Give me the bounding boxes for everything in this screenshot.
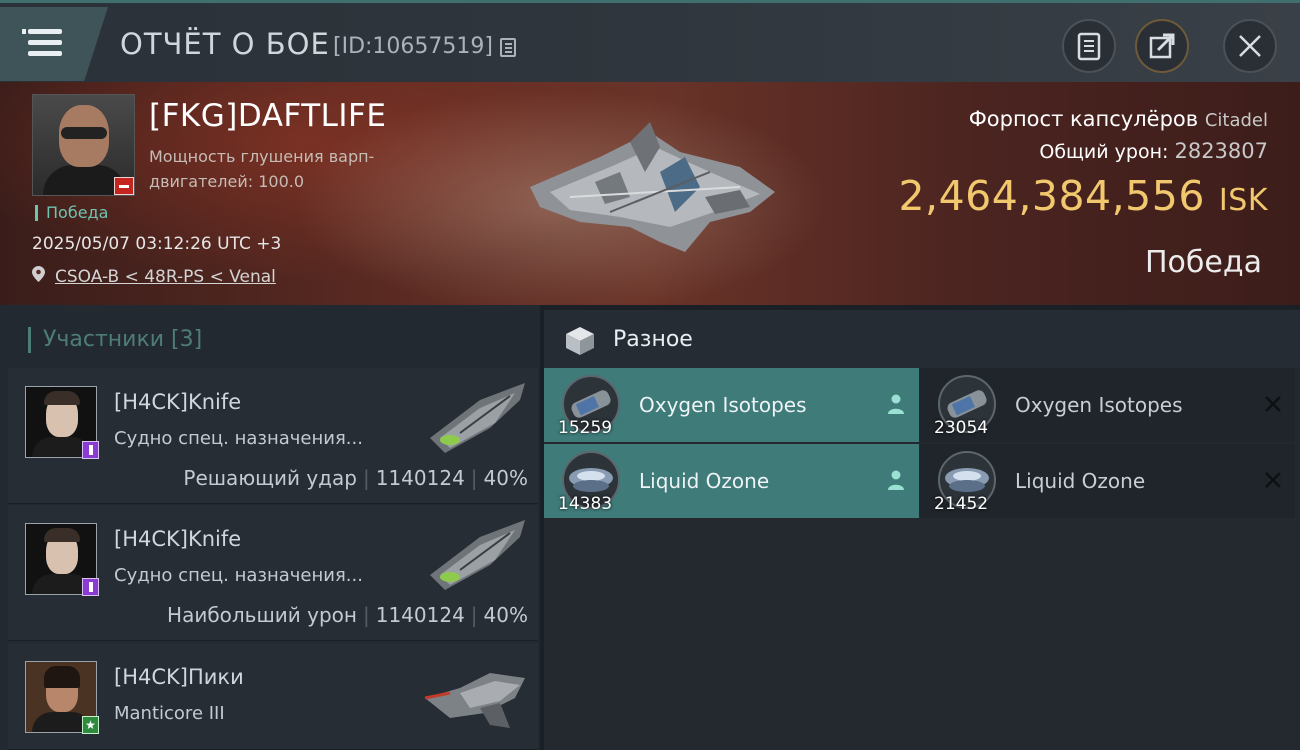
isk-unit: ISK xyxy=(1218,183,1268,218)
participant-row[interactable]: [H4CK]Knife Судно спец. назначения... Ре… xyxy=(8,368,538,504)
structure-label: Форпост капсулёров Citadel xyxy=(969,107,1268,131)
close-button[interactable] xyxy=(1223,19,1277,73)
destroyed-x-icon xyxy=(1265,396,1281,412)
total-damage-label: Общий урон: xyxy=(1039,141,1169,163)
participant-stat: Решающий удар | 1140124 | 40% xyxy=(183,466,528,490)
location-link[interactable]: CSOA-B < 48R-PS < Venal xyxy=(55,267,276,287)
item-dropped[interactable]: 15259 Oxygen Isotopes xyxy=(544,368,919,442)
participant-role: Решающий удар xyxy=(183,466,357,490)
misc-header: Разное xyxy=(544,310,1300,368)
item-name: Oxygen Isotopes xyxy=(1015,393,1183,417)
total-damage-value: 2823807 xyxy=(1174,139,1268,163)
victory-tag: Победа xyxy=(35,205,108,221)
item-qty: 15259 xyxy=(558,418,613,438)
item-name: Oxygen Isotopes xyxy=(639,393,807,417)
participant-name: [H4CK]Пики xyxy=(114,665,244,689)
menu-button[interactable] xyxy=(0,7,108,81)
top-bar: ОТЧЁТ О БОЕ [ID:10657519] xyxy=(0,0,1300,82)
participant-row[interactable]: [H4CK]Knife Судно спец. назначения... На… xyxy=(8,505,538,641)
participant-percent: 40% xyxy=(483,466,528,490)
structure-type: Citadel xyxy=(1204,110,1268,131)
participant-row[interactable]: ★ [H4CK]Пики Manticore III xyxy=(8,643,538,750)
participants-header: Участники [3] xyxy=(28,327,202,353)
item-qty: 14383 xyxy=(558,494,613,514)
participant-ship-image xyxy=(424,673,525,728)
victim-stat: Мощность глушения варп-двигателей: 100.0 xyxy=(149,147,375,191)
kill-datetime: 2025/05/07 03:12:26 UTC +3 xyxy=(32,234,282,254)
close-icon xyxy=(1239,35,1261,57)
participant-role: Наибольший урон xyxy=(167,603,357,627)
report-id: [ID:10657519] xyxy=(333,34,493,59)
page-title: ОТЧЁТ О БОЕ xyxy=(120,27,330,61)
item-dropped[interactable]: 14383 Liquid Ozone xyxy=(544,444,919,518)
cube-icon xyxy=(566,327,594,355)
participant-ship: Manticore III xyxy=(114,703,225,724)
hamburger-icon xyxy=(22,29,26,34)
participant-percent: 40% xyxy=(483,603,528,627)
victim-name[interactable]: [FKG]DAFTLIFE xyxy=(149,98,386,134)
participant-stat: Наибольший урон | 1140124 | 40% xyxy=(167,603,528,627)
items-panel: Разное 15259 Oxygen Isotopes 23054 Oxyge… xyxy=(544,310,1300,750)
clipboard-icon xyxy=(1077,32,1101,61)
destroyed-x-icon xyxy=(1265,472,1281,488)
participants-panel: Участники [3] [H4CK]Knife Судно спец. на… xyxy=(0,305,540,750)
participant-name: [H4CK]Knife xyxy=(114,527,242,551)
participant-name: [H4CK]Knife xyxy=(114,390,242,414)
item-qty: 21452 xyxy=(934,494,989,514)
item-name: Liquid Ozone xyxy=(1015,469,1146,493)
participant-ship-image xyxy=(430,520,525,590)
share-button[interactable] xyxy=(1135,19,1189,73)
corp-badge-icon xyxy=(82,578,99,596)
participant-ship-image xyxy=(430,383,525,453)
misc-title: Разное xyxy=(613,327,693,352)
structure-name: Форпост капсулёров xyxy=(968,107,1199,131)
item-name: Liquid Ozone xyxy=(639,469,770,493)
item-destroyed[interactable]: 21452 Liquid Ozone xyxy=(920,444,1295,518)
person-icon xyxy=(888,394,904,414)
battle-result: Победа xyxy=(1145,245,1262,280)
participant-ship: Судно спец. назначения... xyxy=(114,565,363,586)
participant-damage: 1140124 xyxy=(375,466,465,490)
isk-value: 2,464,384,556 xyxy=(898,172,1205,220)
item-destroyed[interactable]: 23054 Oxygen Isotopes xyxy=(920,368,1295,442)
hostile-badge-icon xyxy=(114,177,134,195)
corp-badge-icon xyxy=(82,441,99,459)
structure-image xyxy=(530,122,775,252)
victim-banner: [FKG]DAFTLIFE Мощность глушения варп-дви… xyxy=(0,82,1300,305)
item-qty: 23054 xyxy=(934,418,989,438)
share-icon xyxy=(1149,33,1175,59)
star-badge-icon: ★ xyxy=(82,716,99,734)
report-button[interactable] xyxy=(1062,19,1116,73)
isk-value-display: 2,464,384,556 ISK xyxy=(898,172,1268,220)
location-pin-icon xyxy=(32,266,45,282)
participant-damage: 1140124 xyxy=(375,603,465,627)
participant-ship: Судно спец. назначения... xyxy=(114,428,363,449)
person-icon xyxy=(888,470,904,490)
copy-icon[interactable] xyxy=(500,38,516,57)
total-damage: Общий урон: 2823807 xyxy=(1039,139,1268,163)
